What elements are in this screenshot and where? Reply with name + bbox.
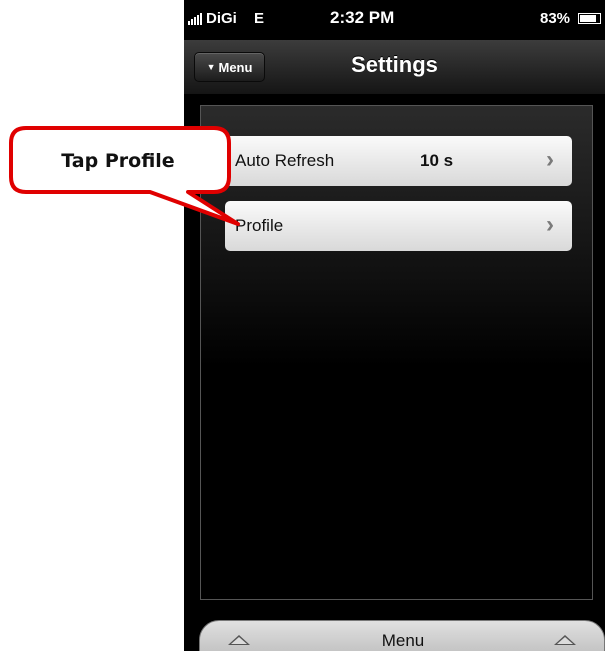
battery-percent: 83%: [540, 10, 571, 27]
phone-screen: DiGi E 2:32 PM 83% ▼ Menu Settings Auto …: [184, 0, 605, 651]
page: DiGi E 2:32 PM 83% ▼ Menu Settings Auto …: [0, 0, 605, 651]
setting-value: 10 s: [420, 151, 454, 170]
callout-text: Tap Profile: [61, 150, 175, 172]
setting-row-auto-refresh[interactable]: Auto Refresh 10 s ›: [225, 136, 572, 186]
settings-content: Auto Refresh 10 s › Profile ›: [184, 95, 605, 620]
chevron-right-icon: ›: [546, 146, 554, 173]
status-time: 2:32 PM: [330, 8, 395, 27]
carrier-name: DiGi: [206, 10, 237, 27]
chevron-right-icon: ›: [546, 211, 554, 238]
signal-bars-icon: [188, 13, 204, 25]
status-bar: DiGi E 2:32 PM 83%: [184, 0, 605, 40]
bottom-bar: Menu: [184, 620, 605, 651]
arrow-up-icon: [554, 635, 576, 645]
battery-level-fill: [580, 15, 596, 22]
battery-icon: [578, 13, 601, 24]
setting-label: Profile: [235, 216, 284, 235]
page-title: Settings: [351, 52, 438, 77]
bottom-menu-label: Menu: [381, 631, 425, 650]
setting-label: Auto Refresh: [235, 151, 335, 170]
nav-bar: ▼ Menu Settings: [184, 40, 605, 95]
network-type: E: [254, 10, 265, 27]
bottom-menu-tab[interactable]: Menu: [199, 620, 605, 651]
setting-row-profile[interactable]: Profile ›: [225, 201, 572, 251]
